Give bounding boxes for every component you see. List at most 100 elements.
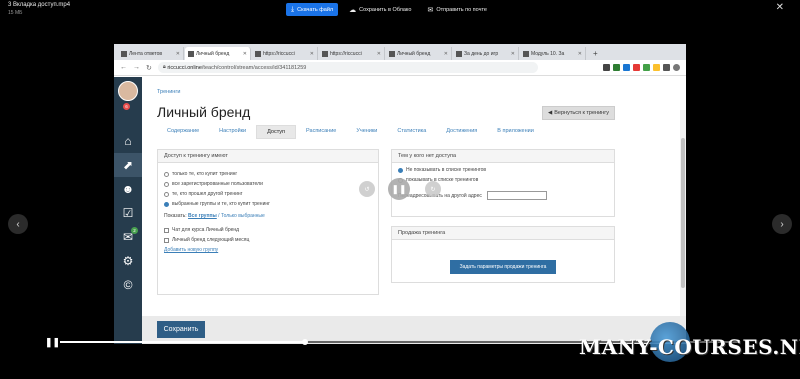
- tab-access[interactable]: Доступ: [256, 125, 297, 139]
- tab-content[interactable]: Содержание: [157, 125, 209, 139]
- save-to-cloud-button[interactable]: ☁ Сохранить в Облако: [344, 3, 416, 16]
- browser-address-bar: ← → ↻ 🔒︎ riccucci.online/teach/control/s…: [114, 60, 686, 76]
- access-option[interactable]: только те, кто купит тренинг: [164, 171, 378, 177]
- checkbox-icon: [164, 237, 169, 243]
- access-panel-heading: Доступ к тренингу имеют: [158, 150, 378, 163]
- access-option[interactable]: те, кто прошел другой тренинг: [164, 191, 378, 197]
- cloud-icon: ☁: [349, 6, 357, 14]
- stats-chart-icon[interactable]: ⬈: [114, 153, 142, 177]
- browser-tab[interactable]: За день до игр ✕: [453, 47, 519, 60]
- extension-icon[interactable]: [633, 64, 640, 71]
- avatar[interactable]: [118, 81, 138, 101]
- back-icon[interactable]: ←: [120, 64, 127, 71]
- tab-favicon-icon: [322, 50, 328, 57]
- rewind-icon[interactable]: ↺: [359, 181, 375, 197]
- group-checkbox[interactable]: Личный бренд следующий месяц: [164, 237, 378, 243]
- progress-fill: [60, 341, 305, 343]
- browser-tab[interactable]: Личный бренд ✕: [185, 47, 251, 60]
- page-scrollbar[interactable]: [680, 110, 686, 344]
- tab-students[interactable]: Ученики: [346, 125, 387, 139]
- tab-statistics[interactable]: Статистика: [387, 125, 436, 139]
- next-arrow-icon[interactable]: ›: [772, 214, 792, 234]
- close-tab-icon[interactable]: ✕: [511, 51, 515, 57]
- tab-favicon-icon: [255, 50, 261, 57]
- breadcrumb[interactable]: Тренинги: [157, 89, 180, 95]
- mail-icon: ✉: [427, 6, 434, 14]
- close-tab-icon[interactable]: ✕: [444, 51, 448, 57]
- notifications-item[interactable]: 6: [114, 103, 142, 129]
- file-name: 3 Вкладка доступ.mp4: [8, 2, 71, 8]
- no-access-option[interactable]: Не показывать в списке тренингов: [398, 167, 614, 173]
- lock-icon: 🔒︎: [162, 64, 166, 70]
- save-button[interactable]: Сохранить: [157, 321, 205, 338]
- app-sidebar: 6 ⌂ ⬈ ☻ ☑ ✉ 2 ⚙ ©: [114, 77, 142, 344]
- redirect-url-input[interactable]: [486, 191, 547, 200]
- set-sale-params-button[interactable]: Задать параметры продажи тренинга: [450, 260, 556, 274]
- download-button[interactable]: ⤓ Скачать файл: [286, 3, 339, 16]
- close-tab-icon[interactable]: ✕: [243, 51, 247, 57]
- messages-badge: 2: [131, 227, 138, 234]
- download-icon: ⤓: [291, 5, 295, 13]
- access-panel: Доступ к тренингу имеют только те, кто к…: [157, 149, 379, 295]
- forward-skip-icon[interactable]: ↻: [425, 181, 441, 197]
- show-all-groups-link[interactable]: Все группы: [188, 213, 217, 219]
- app-logo-icon[interactable]: ©: [114, 273, 142, 297]
- group-checkbox[interactable]: Чат для курса Личный бренд: [164, 227, 378, 233]
- video-frame: Лента ответов ✕ Личный бренд ✕ https://ric…: [114, 44, 686, 344]
- settings-icon[interactable]: ⚙: [114, 249, 142, 273]
- send-mail-button[interactable]: ✉ Отправить по почте: [422, 3, 492, 16]
- browser-tabstrip: Лента ответов ✕ Личный бренд ✕ https://ric…: [114, 44, 686, 60]
- users-icon[interactable]: ☻: [114, 177, 142, 201]
- close-tab-icon[interactable]: ✕: [176, 51, 180, 57]
- browser-tab[interactable]: https://riccucci ✕: [319, 47, 385, 60]
- pause-icon[interactable]: ❚❚: [45, 337, 60, 348]
- tab-favicon-icon: [456, 50, 462, 57]
- reload-icon[interactable]: ↻: [146, 64, 152, 72]
- viewer-actions: ⤓ Скачать файл ☁ Сохранить в Облако ✉ Отпра…: [286, 3, 492, 16]
- radio-selected-icon: [164, 201, 169, 207]
- tasks-check-icon[interactable]: ☑: [114, 201, 142, 225]
- extensions: [603, 64, 680, 71]
- tab-achievements[interactable]: Достижения: [436, 125, 487, 139]
- pause-icon[interactable]: ❚❚: [388, 178, 410, 200]
- notification-badge: 6: [123, 103, 130, 110]
- section-tabs: Содержание Настройки Доступ Расписание У…: [157, 125, 544, 139]
- new-tab-icon[interactable]: +: [587, 47, 604, 60]
- browser-tab[interactable]: https://riccucci ✕: [252, 47, 318, 60]
- close-tab-icon[interactable]: ✕: [377, 51, 381, 57]
- browser-tab[interactable]: Лента ответов ✕: [118, 47, 184, 60]
- show-filter: Показать: Все группы / Только выбранные: [164, 213, 265, 219]
- browser-tab[interactable]: Модуль 10. За ✕: [520, 47, 586, 60]
- show-selected-link[interactable]: Только выбранные: [221, 213, 265, 219]
- scrollbar-thumb[interactable]: [681, 138, 685, 288]
- radio-icon: [164, 181, 169, 187]
- video-viewer: 3 Вкладка доступ.mp4 15 МБ ⤓ Скачать файл…: [0, 0, 800, 379]
- back-to-training-button[interactable]: ◀ Вернуться к тренингу: [542, 106, 615, 120]
- extension-icon[interactable]: [643, 64, 650, 71]
- tab-in-app[interactable]: В приложении: [487, 125, 544, 139]
- access-option[interactable]: выбранные группы и те, кто купит тренинг: [164, 201, 378, 207]
- extension-icon[interactable]: [653, 64, 660, 71]
- forward-icon[interactable]: →: [133, 64, 140, 71]
- tab-settings[interactable]: Настройки: [209, 125, 256, 139]
- tab-schedule[interactable]: Расписание: [296, 125, 346, 139]
- extension-icon[interactable]: [623, 64, 630, 71]
- profile-icon[interactable]: [673, 64, 680, 71]
- viewer-topbar: 3 Вкладка доступ.mp4 15 МБ ⤓ Скачать файл…: [0, 0, 800, 20]
- close-tab-icon[interactable]: ✕: [310, 51, 314, 57]
- browser-tab[interactable]: Личный бренд ✕: [386, 47, 452, 60]
- add-group-link[interactable]: Добавить новую группу: [164, 247, 378, 253]
- access-option[interactable]: все зарегистрированные пользователи: [164, 181, 378, 187]
- watermark: MANY-COURSES.NET: [579, 335, 800, 359]
- extension-icon[interactable]: [613, 64, 620, 71]
- home-icon[interactable]: ⌂: [114, 129, 142, 153]
- previous-arrow-icon[interactable]: ‹: [8, 214, 28, 234]
- url-field[interactable]: 🔒︎ riccucci.online/teach/control/stream/…: [157, 62, 538, 73]
- arrow-left-icon: ◀: [548, 110, 553, 116]
- extension-icon[interactable]: [603, 64, 610, 71]
- extension-icon[interactable]: [663, 64, 670, 71]
- messages-icon[interactable]: ✉ 2: [114, 225, 142, 249]
- close-icon[interactable]: ✕: [776, 2, 784, 13]
- close-tab-icon[interactable]: ✕: [578, 51, 582, 57]
- progress-handle[interactable]: [301, 339, 308, 345]
